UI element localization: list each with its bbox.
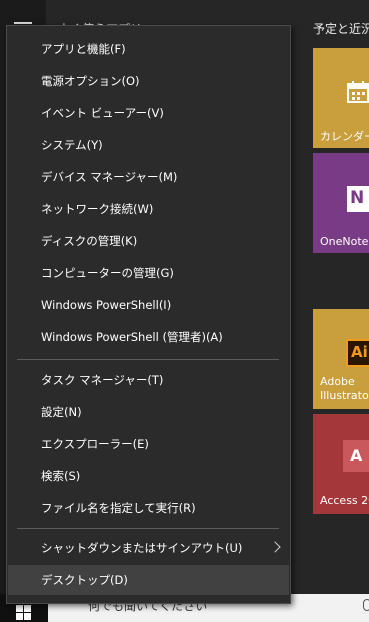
menu-item-explorer[interactable]: エクスプローラー(E) xyxy=(8,429,289,459)
tile-access[interactable]: A Access 2016 xyxy=(313,414,369,514)
menu-item-system[interactable]: システム(Y) xyxy=(8,130,289,160)
tile-label: カレンダー xyxy=(320,130,369,143)
menu-item-power-options[interactable]: 電源オプション(O) xyxy=(8,66,289,96)
menu-item-desktop[interactable]: デスクトップ(D) xyxy=(8,565,289,595)
tile-label: Adobe xyxy=(320,375,355,388)
menu-item-label: シャットダウンまたはサインアウト(U) xyxy=(41,541,243,555)
menu-item-powershell-admin[interactable]: Windows PowerShell (管理者)(A) xyxy=(8,322,289,352)
windows-start-icon[interactable] xyxy=(16,605,32,621)
tile-illustrator[interactable]: Ai Adobe Illustrator xyxy=(313,309,369,409)
tile-label: Access 2016 xyxy=(320,494,369,507)
menu-item-disk-management[interactable]: ディスクの管理(K) xyxy=(8,226,289,256)
menu-separator xyxy=(17,528,279,529)
calendar-icon xyxy=(347,81,369,103)
menu-separator xyxy=(17,359,279,360)
menu-item-task-manager[interactable]: タスク マネージャー(T) xyxy=(8,365,289,395)
menu-item-run[interactable]: ファイル名を指定して実行(R) xyxy=(8,493,289,523)
menu-item-event-viewer[interactable]: イベント ビューアー(V) xyxy=(8,98,289,128)
menu-item-search[interactable]: 検索(S) xyxy=(8,461,289,491)
tile-onenote[interactable]: N OneNote xyxy=(313,153,369,253)
illustrator-icon: Ai xyxy=(346,339,369,367)
tile-label: OneNote xyxy=(320,235,369,248)
menu-item-network-connections[interactable]: ネットワーク接続(W) xyxy=(8,194,289,224)
menu-item-apps-features[interactable]: アプリと機能(F) xyxy=(8,34,289,64)
winx-context-menu: アプリと機能(F) 電源オプション(O) イベント ビューアー(V) システム(… xyxy=(6,25,291,604)
chevron-right-icon xyxy=(269,541,281,553)
access-icon: A xyxy=(343,440,369,472)
tile-calendar[interactable]: カレンダー xyxy=(313,48,369,148)
menu-item-powershell[interactable]: Windows PowerShell(I) xyxy=(8,290,289,320)
tile-section-title: 予定と近況 xyxy=(313,22,369,36)
menu-item-shutdown-signout[interactable]: シャットダウンまたはサインアウト(U) xyxy=(8,533,289,563)
onenote-icon: N xyxy=(347,186,369,212)
menu-item-computer-management[interactable]: コンピューターの管理(G) xyxy=(8,258,289,288)
menu-item-settings[interactable]: 設定(N) xyxy=(8,397,289,427)
microphone-icon[interactable] xyxy=(363,599,369,611)
menu-item-device-manager[interactable]: デバイス マネージャー(M) xyxy=(8,162,289,192)
tile-label: Illustrator xyxy=(320,389,369,402)
